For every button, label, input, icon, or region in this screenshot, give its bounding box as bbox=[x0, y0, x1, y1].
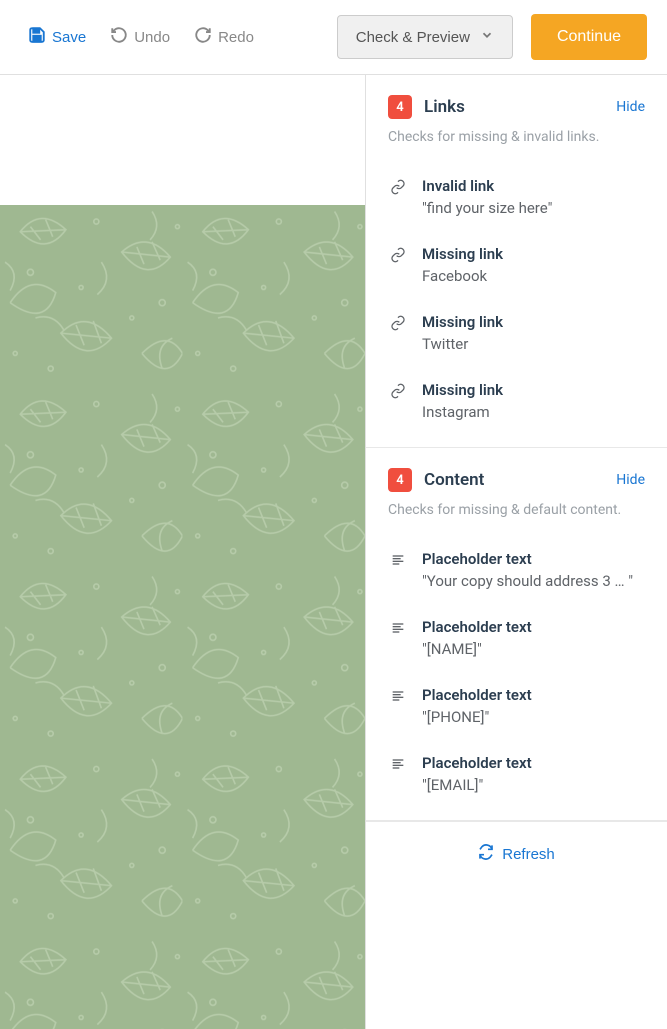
links-section-desc: Checks for missing & invalid links. bbox=[388, 129, 645, 145]
content-section-desc: Checks for missing & default content. bbox=[388, 502, 645, 518]
undo-button[interactable]: Undo bbox=[102, 20, 178, 54]
issue-body: Missing link Twitter bbox=[422, 313, 645, 353]
save-label: Save bbox=[52, 29, 86, 46]
issue-title: Placeholder text bbox=[422, 550, 645, 568]
links-count-badge: 4 bbox=[388, 95, 412, 119]
issue-body: Placeholder text "[NAME]" bbox=[422, 618, 645, 658]
links-section-header: 4 Links Hide bbox=[388, 95, 645, 119]
text-icon bbox=[388, 686, 408, 726]
issue-title: Missing link bbox=[422, 313, 645, 331]
links-section: 4 Links Hide Checks for missing & invali… bbox=[366, 75, 667, 448]
issue-title: Missing link bbox=[422, 381, 645, 399]
links-hide-link[interactable]: Hide bbox=[616, 99, 645, 115]
content-hide-link[interactable]: Hide bbox=[616, 472, 645, 488]
continue-button[interactable]: Continue bbox=[531, 14, 647, 60]
issue-body: Invalid link "find your size here" bbox=[422, 177, 645, 217]
content-section-header: 4 Content Hide bbox=[388, 468, 645, 492]
issue-item[interactable]: Missing link Facebook bbox=[388, 231, 645, 299]
preview-area bbox=[0, 75, 365, 1029]
preview-pattern bbox=[0, 205, 365, 1029]
links-section-title: Links bbox=[424, 97, 604, 117]
text-icon bbox=[388, 550, 408, 590]
refresh-row: Refresh bbox=[366, 821, 667, 886]
link-icon bbox=[388, 313, 408, 353]
issue-item[interactable]: Missing link Twitter bbox=[388, 299, 645, 367]
text-icon bbox=[388, 618, 408, 658]
issue-detail: "find your size here" bbox=[422, 199, 645, 217]
issue-detail: "[NAME]" bbox=[422, 640, 645, 658]
redo-label: Redo bbox=[218, 29, 254, 46]
issue-detail: Instagram bbox=[422, 403, 645, 421]
issue-item[interactable]: Invalid link "find your size here" bbox=[388, 163, 645, 231]
undo-icon bbox=[110, 26, 128, 48]
issue-detail: "[PHONE]" bbox=[422, 708, 645, 726]
issue-detail: "Your copy should address 3 … " bbox=[422, 572, 645, 590]
check-preview-button[interactable]: Check & Preview bbox=[337, 15, 513, 59]
content-section: 4 Content Hide Checks for missing & defa… bbox=[366, 448, 667, 821]
save-icon bbox=[28, 26, 46, 48]
issue-title: Invalid link bbox=[422, 177, 645, 195]
chevron-down-icon bbox=[480, 28, 494, 46]
link-icon bbox=[388, 177, 408, 217]
link-icon bbox=[388, 381, 408, 421]
issue-body: Placeholder text "[PHONE]" bbox=[422, 686, 645, 726]
issue-item[interactable]: Placeholder text "[EMAIL]" bbox=[388, 740, 645, 808]
text-icon bbox=[388, 754, 408, 794]
toolbar: Save Undo Redo Check & Preview Continue bbox=[0, 0, 667, 75]
issue-item[interactable]: Placeholder text "Your copy should addre… bbox=[388, 536, 645, 604]
save-button[interactable]: Save bbox=[20, 20, 94, 54]
issue-body: Missing link Facebook bbox=[422, 245, 645, 285]
refresh-button[interactable]: Refresh bbox=[478, 844, 555, 864]
issue-item[interactable]: Placeholder text "[NAME]" bbox=[388, 604, 645, 672]
refresh-icon bbox=[478, 844, 494, 864]
issue-detail: Twitter bbox=[422, 335, 645, 353]
issue-title: Placeholder text bbox=[422, 618, 645, 636]
issue-item[interactable]: Missing link Instagram bbox=[388, 367, 645, 435]
issue-item[interactable]: Placeholder text "[PHONE]" bbox=[388, 672, 645, 740]
issue-title: Missing link bbox=[422, 245, 645, 263]
redo-icon bbox=[194, 26, 212, 48]
refresh-label: Refresh bbox=[502, 846, 555, 863]
issue-body: Missing link Instagram bbox=[422, 381, 645, 421]
content-section-title: Content bbox=[424, 470, 604, 490]
continue-label: Continue bbox=[557, 28, 621, 45]
issue-body: Placeholder text "[EMAIL]" bbox=[422, 754, 645, 794]
issue-body: Placeholder text "Your copy should addre… bbox=[422, 550, 645, 590]
link-icon bbox=[388, 245, 408, 285]
redo-button[interactable]: Redo bbox=[186, 20, 262, 54]
check-preview-label: Check & Preview bbox=[356, 29, 470, 46]
main: 4 Links Hide Checks for missing & invali… bbox=[0, 75, 667, 1029]
content-count-badge: 4 bbox=[388, 468, 412, 492]
issue-detail: Facebook bbox=[422, 267, 645, 285]
preview-top-whitespace bbox=[0, 75, 365, 205]
issue-title: Placeholder text bbox=[422, 754, 645, 772]
issue-detail: "[EMAIL]" bbox=[422, 776, 645, 794]
checks-sidebar: 4 Links Hide Checks for missing & invali… bbox=[365, 75, 667, 1029]
issue-title: Placeholder text bbox=[422, 686, 645, 704]
undo-label: Undo bbox=[134, 29, 170, 46]
